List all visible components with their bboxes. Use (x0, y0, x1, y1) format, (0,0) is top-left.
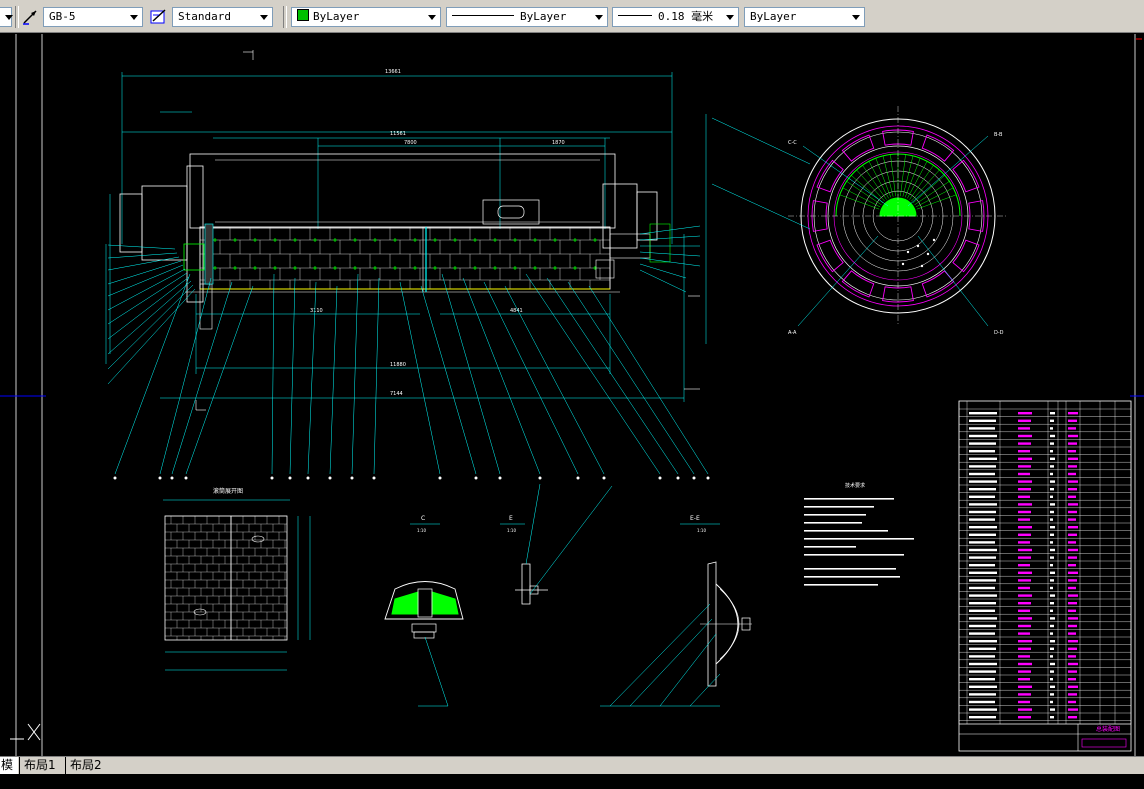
section-ee: E-E 1:10 (600, 515, 752, 707)
chevron-down-icon[interactable] (848, 8, 864, 26)
ucs-icon (10, 723, 41, 741)
lineweight-sample-icon (618, 15, 652, 16)
section-c-label: C (421, 515, 425, 522)
toolbar-separator (283, 6, 287, 28)
dim-body: 11561 (390, 131, 406, 137)
color-value: ByLayer (313, 10, 360, 23)
dim-inner: 7800 (404, 140, 417, 146)
dimstyle-icon[interactable] (21, 8, 41, 26)
label-b: B-B (994, 132, 1003, 138)
tab-model[interactable]: 模型 (0, 757, 18, 788)
svg-text:1:10: 1:10 (697, 528, 706, 533)
dim-total: 13661 (385, 69, 401, 75)
cad-drawing: 13661 11561 7800 1870 3110 4841 11880 71… (0, 34, 1144, 756)
section-e-label: E (509, 515, 513, 522)
linetype-select[interactable]: ByLayer (446, 7, 608, 27)
linetype-sample-icon (452, 15, 514, 16)
dropdown-stub[interactable] (0, 7, 13, 27)
section-e: E 1:10 (500, 483, 613, 605)
label-cc: C-C (788, 140, 797, 146)
brick-detail: 滚筒展开图 (163, 487, 311, 671)
linetype-value: ByLayer (520, 10, 567, 23)
textstyle-icon[interactable] (149, 8, 169, 26)
lining-bricks (200, 239, 610, 281)
chevron-down-icon[interactable] (256, 8, 272, 26)
label-a: A-A (788, 330, 797, 336)
detail-title: 滚筒展开图 (213, 487, 243, 495)
color-select[interactable]: ByLayer (291, 7, 441, 27)
table-title: 总装配图 (1096, 725, 1120, 733)
section-ee-label: E-E (690, 515, 700, 522)
toolbar-separator (15, 6, 19, 28)
tab-layout1[interactable]: 布局1 (19, 757, 65, 774)
end-view: C-C B-B A-A D-D (788, 106, 1008, 336)
layout-tabs: 模型 布局1 布局2 (0, 756, 1144, 788)
dim-overall: 11880 (390, 362, 406, 368)
lineweight-select[interactable]: 0.18 毫米 (612, 7, 739, 27)
color-swatch-icon (297, 9, 309, 21)
chevron-down-icon[interactable] (126, 8, 142, 26)
main-view: 13661 11561 7800 1870 3110 4841 11880 71… (105, 50, 710, 480)
technical-notes: 技术要求 (804, 482, 914, 586)
dim-bottom2: 4841 (510, 308, 523, 314)
chevron-down-icon[interactable] (424, 8, 440, 26)
notes-title: 技术要求 (845, 482, 865, 489)
chevron-down-icon[interactable] (722, 8, 738, 26)
drawing-canvas[interactable]: 13661 11561 7800 1870 3110 4841 11880 71… (0, 34, 1144, 756)
svg-text:1:10: 1:10 (417, 528, 426, 533)
dimstyle-select[interactable]: GB-5 (43, 7, 143, 27)
label-d: D-D (994, 330, 1004, 336)
lineweight-value: 0.18 毫米 (658, 10, 714, 23)
svg-text:1:10: 1:10 (507, 528, 516, 533)
dim-bottom1: 3110 (310, 308, 323, 314)
dim-base: 7144 (390, 391, 403, 397)
plotstyle-value: ByLayer (750, 10, 797, 23)
dim-right: 1870 (552, 140, 565, 146)
textstyle-value: Standard (178, 10, 231, 23)
section-c: C 1:10 (384, 515, 464, 707)
tab-layout2[interactable]: 布局2 (65, 757, 111, 774)
textstyle-select[interactable]: Standard (172, 7, 273, 27)
parts-table: 总装配图 (958, 400, 1132, 752)
plotstyle-select[interactable]: ByLayer (744, 7, 865, 27)
dimstyle-value: GB-5 (49, 10, 76, 23)
properties-toolbar: GB-5 Standard ByLayer ByLayer 0.18 毫米 By… (0, 0, 1144, 33)
chevron-down-icon[interactable] (591, 8, 607, 26)
